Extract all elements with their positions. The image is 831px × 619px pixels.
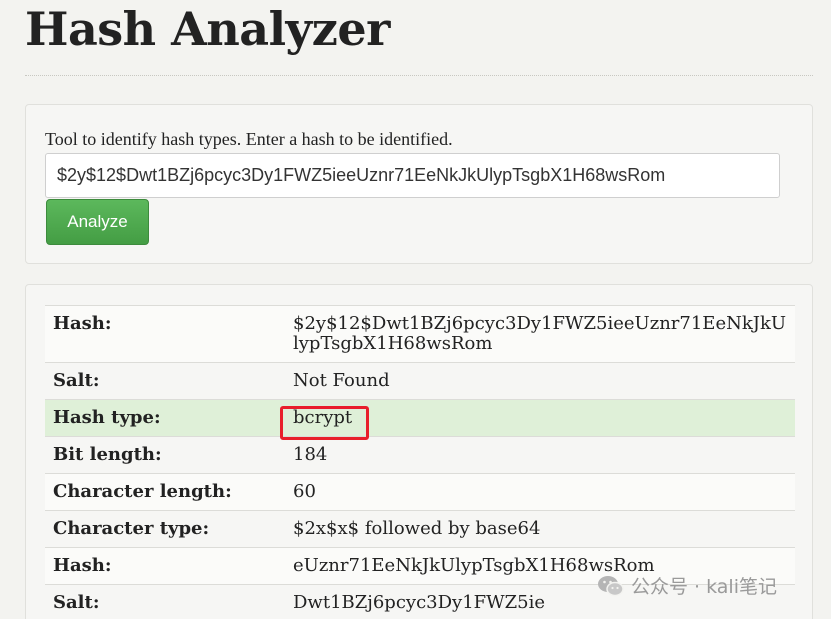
row-key: Hash: (45, 547, 285, 585)
row-key: Hash type: (45, 399, 285, 437)
hash-input[interactable] (45, 153, 780, 198)
wechat-icon (598, 575, 624, 596)
row-value: Not Found (285, 362, 795, 400)
row-key: Character length: (45, 473, 285, 511)
table-row-highlighted: Hash type: bcrypt (45, 399, 795, 437)
results-panel: Hash: $2y$12$Dwt1BZj6pcyc3Dy1FWZ5ieeUznr… (25, 284, 813, 619)
analyze-button[interactable]: Analyze (46, 199, 149, 245)
row-key: Hash: (45, 305, 285, 363)
row-key: Character type: (45, 510, 285, 548)
hash-form-panel: Tool to identify hash types. Enter a has… (25, 104, 813, 264)
annotation-highlight-box (280, 406, 369, 440)
table-row: Salt: Not Found (45, 362, 795, 400)
row-value: $2y$12$Dwt1BZj6pcyc3Dy1FWZ5ieeUznr71EeNk… (285, 305, 795, 363)
watermark: 公众号 · kali笔记 (597, 572, 777, 599)
table-row: Character length: 60 (45, 473, 795, 511)
row-value: 184 (285, 436, 795, 474)
row-key: Salt: (45, 584, 285, 619)
table-row: Bit length: 184 (45, 436, 795, 474)
title-divider (25, 75, 813, 76)
row-value: 60 (285, 473, 795, 511)
row-key: Salt: (45, 362, 285, 400)
watermark-text: 公众号 · kali笔记 (631, 576, 777, 598)
row-key: Bit length: (45, 436, 285, 474)
form-description: Tool to identify hash types. Enter a has… (45, 129, 453, 149)
table-row: Hash: $2y$12$Dwt1BZj6pcyc3Dy1FWZ5ieeUznr… (45, 305, 795, 363)
page-title: Hash Analyzer (25, 2, 390, 56)
row-value: $2x$x$ followed by base64 (285, 510, 795, 548)
table-row: Character type: $2x$x$ followed by base6… (45, 510, 795, 548)
